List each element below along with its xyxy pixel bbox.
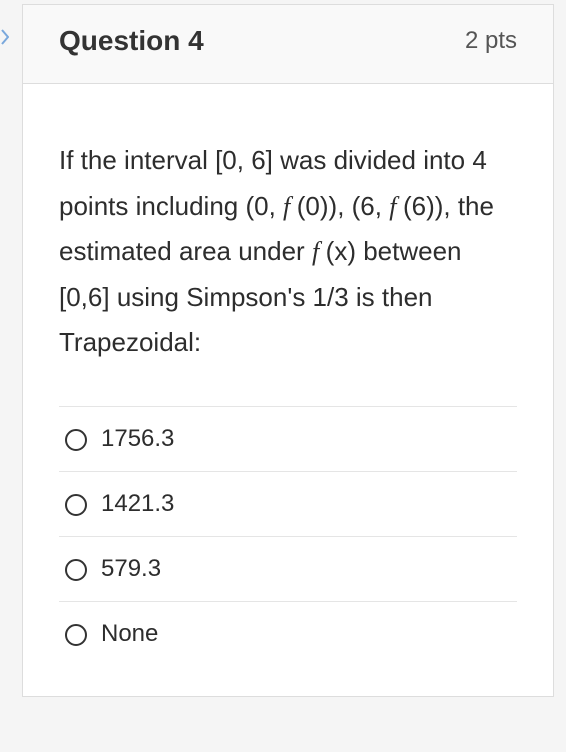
- option-item[interactable]: 579.3: [59, 536, 517, 601]
- radio-icon[interactable]: [65, 494, 87, 516]
- question-title: Question 4: [59, 25, 204, 57]
- option-item[interactable]: 1421.3: [59, 471, 517, 536]
- question-points: 2 pts: [465, 27, 517, 55]
- option-item[interactable]: None: [59, 601, 517, 666]
- radio-icon[interactable]: [65, 624, 87, 646]
- text-fvar: f: [389, 192, 403, 221]
- question-text: If the interval [0, 6] was divided into …: [59, 138, 517, 366]
- question-card: Question 4 2 pts If the interval [0, 6] …: [22, 4, 554, 697]
- question-header: Question 4 2 pts: [23, 5, 553, 84]
- text-part: (0)), (6,: [297, 191, 389, 221]
- question-body: If the interval [0, 6] was divided into …: [23, 84, 553, 696]
- text-fvar: f: [283, 192, 297, 221]
- radio-icon[interactable]: [65, 429, 87, 451]
- next-arrow-icon[interactable]: [1, 29, 9, 48]
- options-list: 1756.3 1421.3 579.3 None: [59, 406, 517, 666]
- radio-icon[interactable]: [65, 559, 87, 581]
- option-label: 1421.3: [101, 490, 174, 518]
- option-label: 1756.3: [101, 425, 174, 453]
- option-label: None: [101, 620, 158, 648]
- text-fvar: f: [312, 237, 326, 266]
- option-item[interactable]: 1756.3: [59, 406, 517, 471]
- option-label: 579.3: [101, 555, 161, 583]
